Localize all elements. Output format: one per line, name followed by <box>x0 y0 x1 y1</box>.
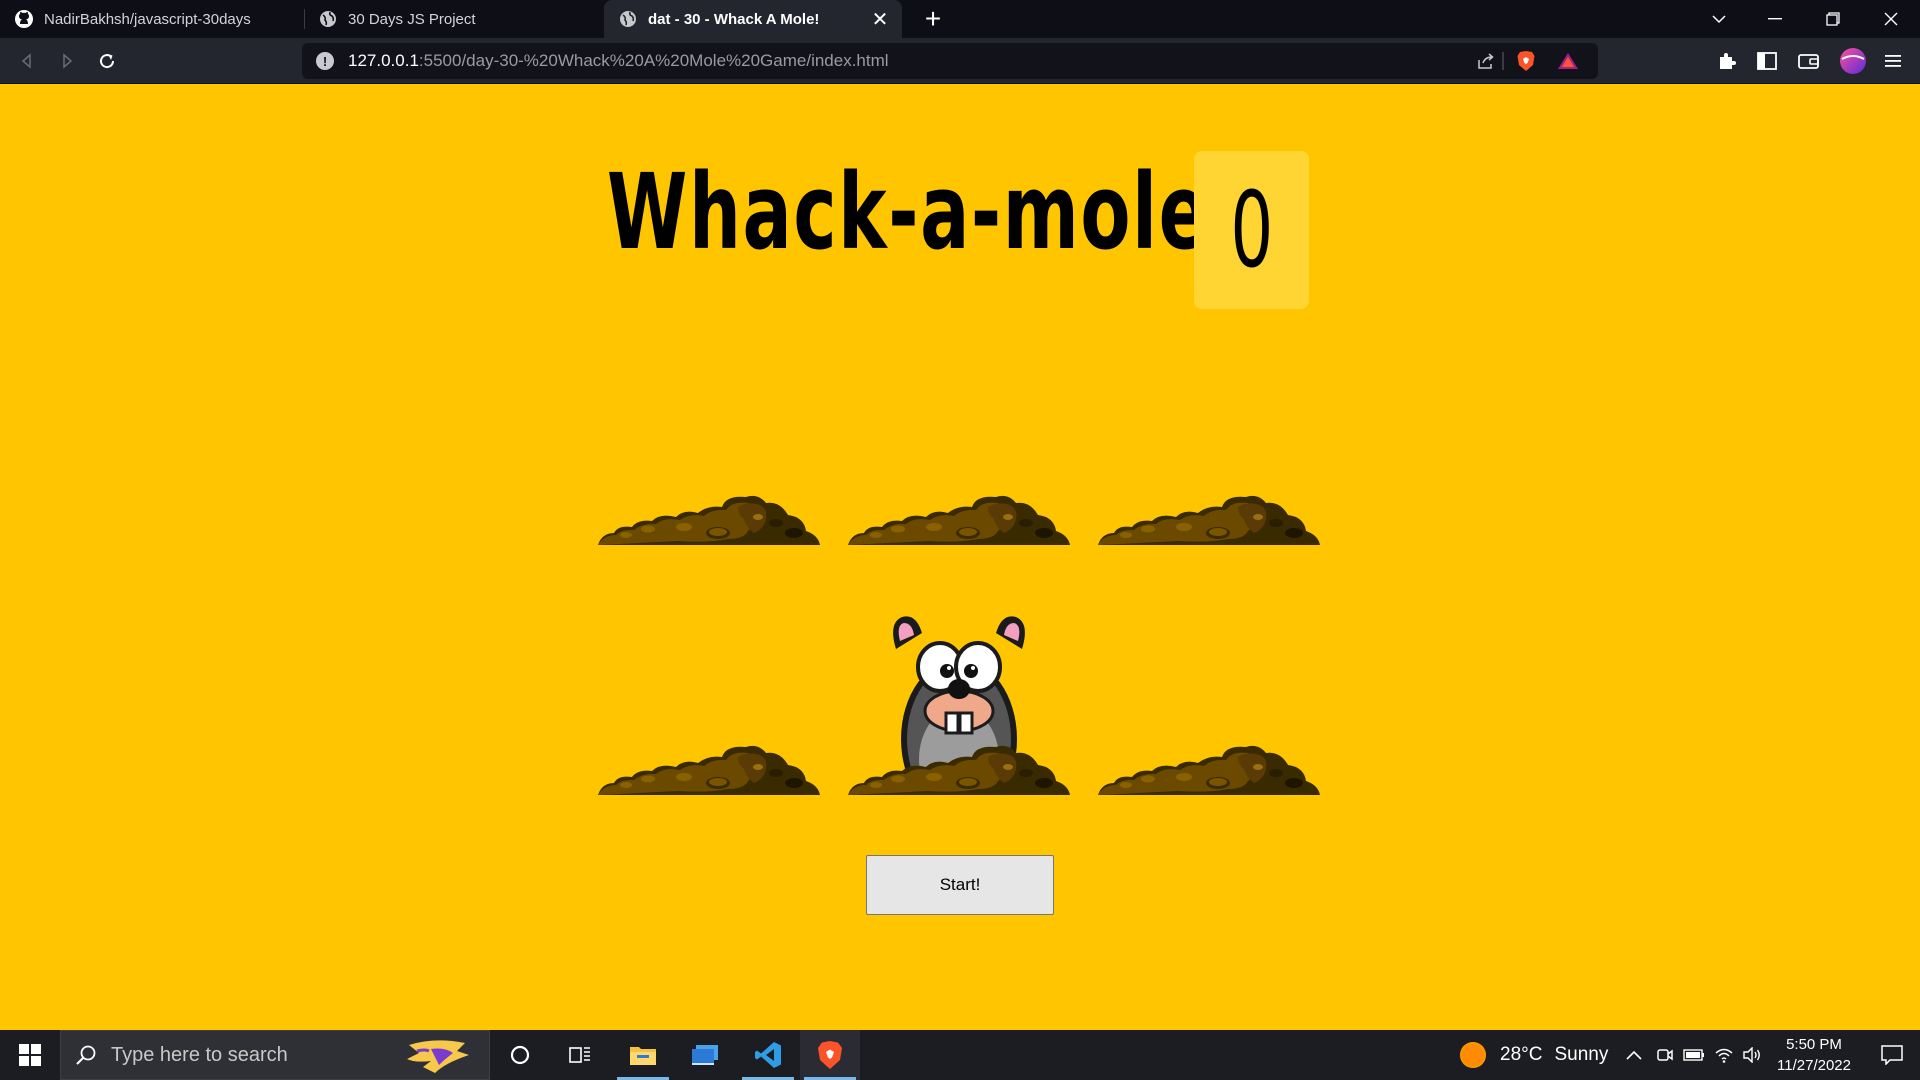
battery-icon[interactable] <box>1680 1030 1708 1080</box>
globe-icon <box>618 9 638 29</box>
mole-hole[interactable] <box>1098 545 1320 795</box>
wallet-icon[interactable] <box>1794 46 1824 76</box>
profile-avatar[interactable] <box>1838 46 1868 76</box>
volume-icon[interactable] <box>1738 1030 1766 1080</box>
sun-icon <box>1460 1042 1486 1068</box>
weather-temp: 28°C <box>1500 1044 1543 1065</box>
github-icon <box>14 9 34 29</box>
notification-icon[interactable] <box>1864 1030 1920 1080</box>
dirt-mound-icon <box>848 495 1070 545</box>
reload-button[interactable] <box>92 46 122 76</box>
sidebar-icon[interactable] <box>1752 46 1782 76</box>
chevron-up-icon[interactable] <box>1620 1030 1648 1080</box>
globe-icon <box>318 9 338 29</box>
weather-desc: Sunny <box>1554 1044 1609 1065</box>
forward-arrow-icon <box>63 53 73 69</box>
windows-taskbar: Type here to search 28°C Sunny 5:50 PM 1… <box>0 1030 1920 1080</box>
task-view-icon[interactable] <box>550 1030 610 1080</box>
dirt-mound-icon <box>848 745 1070 795</box>
tab-whack-a-mole-active[interactable]: dat - 30 - Whack A Mole! ✕ <box>604 0 902 38</box>
remote-desktop-icon[interactable] <box>675 1030 735 1080</box>
restore-button[interactable] <box>1804 0 1862 38</box>
tab-30-days-js[interactable]: 30 Days JS Project <box>304 0 604 38</box>
search-highlight-art-icon <box>407 1040 469 1073</box>
search-icon <box>75 1044 97 1066</box>
brave-browser-taskbar-icon[interactable] <box>800 1030 860 1080</box>
minimize-button[interactable] <box>1746 0 1804 38</box>
new-tab-button[interactable]: + <box>918 3 948 34</box>
score-box: 0 <box>1194 151 1309 309</box>
score-value: 0 <box>1230 169 1273 291</box>
url-host: 127.0.0.1 <box>348 51 419 70</box>
tab-title: dat - 30 - Whack A Mole! <box>648 10 820 28</box>
tab-title: NadirBakhsh/javascript-30days <box>44 10 251 28</box>
dirt-mound-icon <box>1098 495 1320 545</box>
dirt-mound-icon <box>598 745 820 795</box>
mole-hole[interactable] <box>1098 295 1320 545</box>
tab-search-chevron-icon[interactable] <box>1690 0 1748 38</box>
mole-hole[interactable] <box>598 295 820 545</box>
brave-shields-icon[interactable] <box>1512 47 1540 75</box>
browser-tab-bar: NadirBakhsh/javascript-30days 30 Days JS… <box>0 0 1920 38</box>
meet-now-icon[interactable] <box>1652 1030 1678 1080</box>
cortana-icon[interactable] <box>490 1030 550 1080</box>
back-button[interactable] <box>12 46 42 76</box>
dirt-mound-icon <box>598 495 820 545</box>
close-tab-icon[interactable]: ✕ <box>868 7 892 31</box>
url-path: :5500/day-30-%20Whack%20A%20Mole%20Game/… <box>418 51 889 70</box>
mole-hole[interactable] <box>848 295 1070 545</box>
share-icon[interactable] <box>1472 47 1500 75</box>
reload-icon <box>100 54 115 69</box>
brave-rewards-icon[interactable] <box>1554 47 1582 75</box>
taskbar-clock[interactable]: 5:50 PM 11/27/2022 <box>1764 1034 1864 1076</box>
windows-start-icon[interactable] <box>0 1030 60 1080</box>
browser-toolbar: ! 127.0.0.1 :5500/day-30-%20Whack%20A%20… <box>0 38 1920 84</box>
clock-time: 5:50 PM <box>1786 1036 1842 1053</box>
title-row: Whack-a-mole! <box>0 151 1920 273</box>
vscode-icon[interactable] <box>738 1030 798 1080</box>
file-explorer-icon[interactable] <box>613 1030 673 1080</box>
mole-hole[interactable] <box>848 545 1070 795</box>
start-button[interactable]: Start! <box>866 855 1054 915</box>
tab-github[interactable]: NadirBakhsh/javascript-30days <box>0 0 304 38</box>
forward-button[interactable] <box>52 46 82 76</box>
dirt-mound-icon <box>1098 745 1320 795</box>
menu-icon[interactable] <box>1878 46 1908 76</box>
clock-date: 11/27/2022 <box>1777 1057 1851 1074</box>
wifi-icon[interactable] <box>1710 1030 1738 1080</box>
game-page: Whack-a-mole! 0 Start! <box>0 85 1920 1030</box>
weather-widget[interactable]: 28°C Sunny <box>1460 1030 1608 1080</box>
address-separator <box>1502 52 1504 70</box>
taskbar-search-box[interactable]: Type here to search <box>60 1030 490 1080</box>
mole-hole[interactable] <box>598 545 820 795</box>
site-info-icon[interactable]: ! <box>316 52 334 70</box>
extensions-icon[interactable] <box>1712 46 1742 76</box>
back-arrow-icon <box>21 53 31 69</box>
close-window-button[interactable] <box>1862 0 1920 38</box>
game-title: Whack-a-mole! <box>607 151 1245 273</box>
tab-title: 30 Days JS Project <box>348 10 476 28</box>
address-bar[interactable]: ! 127.0.0.1 :5500/day-30-%20Whack%20A%20… <box>302 43 1598 79</box>
search-placeholder: Type here to search <box>111 1043 288 1066</box>
